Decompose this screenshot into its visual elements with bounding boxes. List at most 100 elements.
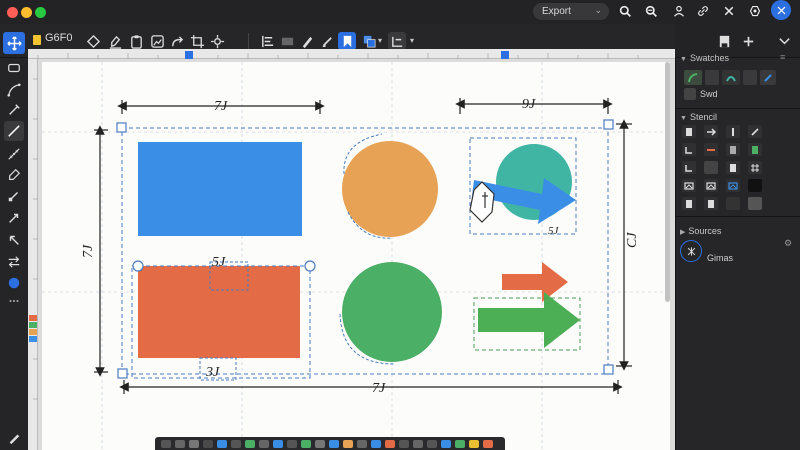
dock-swatch[interactable] [385,440,395,448]
artboard[interactable]: 7J 9J 7J CJ 7J 5J 3J 5J [42,62,670,450]
sparkle-icon[interactable] [680,240,702,262]
frame-button[interactable] [388,32,406,50]
blue-rectangle[interactable] [138,142,302,236]
stencil-header[interactable]: ▼ Stencil [680,112,717,122]
frame-tool-icon[interactable] [4,58,24,78]
shape-tool-button[interactable] [84,32,102,50]
direct-select-icon[interactable] [4,208,24,228]
ruler-marker[interactable] [185,51,193,59]
user-icon[interactable] [670,2,688,20]
search-icon[interactable] [616,2,634,20]
swatch-tile[interactable] [684,70,702,85]
arrow-tool-icon[interactable] [4,230,24,250]
sources-header[interactable]: ▶ Sources [680,226,721,236]
chevron-down-icon[interactable]: ▾ [410,36,414,45]
link-icon[interactable] [694,2,712,20]
stencil-item-rect-icon[interactable] [726,197,740,210]
dock-swatch[interactable] [231,440,241,448]
sources-item[interactable]: Gimas [707,253,733,263]
stencil-item-grid-icon[interactable] [748,161,762,174]
vertical-ruler[interactable] [28,59,38,450]
orange-rectangle[interactable] [138,266,300,358]
dock-swatch[interactable] [301,440,311,448]
inspector-icon[interactable] [715,32,733,50]
dock-swatch[interactable] [315,440,325,448]
zoom-out-icon[interactable] [642,2,660,20]
brush-button[interactable] [318,32,336,50]
crop-button[interactable] [188,32,206,50]
redo-button[interactable] [168,32,186,50]
stencil-item-page-icon[interactable] [704,197,718,210]
gear-icon[interactable]: ⚙ [784,238,792,249]
stencil-item-image-icon[interactable] [704,179,718,192]
dock-swatch[interactable] [343,440,353,448]
color-picker-icon[interactable] [4,273,24,293]
layers-button[interactable] [360,32,378,50]
transform-button[interactable] [208,32,226,50]
pencil-icon[interactable] [4,428,24,448]
swatches-header[interactable]: ▼ Swatches [680,53,729,63]
dock-swatch[interactable] [161,440,171,448]
dock-swatch[interactable] [371,440,381,448]
document-name[interactable]: G6F0 [45,32,73,44]
stencil-item-page-icon[interactable] [682,197,696,210]
pen-tool-button[interactable] [106,32,124,50]
horizontal-ruler[interactable] [28,49,675,59]
close-x-icon[interactable] [720,2,738,20]
dock-swatch[interactable] [329,440,339,448]
dock-swatch[interactable] [273,440,283,448]
bezier-tool-icon[interactable] [4,80,24,100]
stencil-item-rect-icon[interactable] [748,197,762,210]
add-icon[interactable] [739,32,757,50]
stencil-item-image-icon[interactable] [682,179,696,192]
export-dropdown[interactable]: Export ⌄ [533,3,609,20]
minimize-window-button[interactable] [21,7,32,18]
orange-circle[interactable] [342,141,438,237]
settings-icon[interactable] [746,2,764,20]
pen-icon[interactable] [4,100,24,120]
swatch-tile[interactable] [705,70,719,85]
dock-swatch[interactable] [427,440,437,448]
dock-swatch[interactable] [175,440,185,448]
orange-arrow[interactable] [502,262,568,302]
stencil-item-page-icon[interactable] [726,161,740,174]
stencil-item-page-icon[interactable] [748,143,762,156]
stencil-item-corner-icon[interactable] [682,143,696,156]
stencil-item-rect-icon[interactable] [704,161,718,174]
pencil-button[interactable] [298,32,316,50]
stencil-item-bar-icon[interactable] [726,125,740,138]
close-window-button[interactable] [7,7,18,18]
stencil-item-arrow-icon[interactable] [704,125,718,138]
green-arrow[interactable] [478,292,580,348]
stencil-item-dash-icon[interactable] [704,143,718,156]
dock-swatch[interactable] [189,440,199,448]
chevron-down-icon[interactable]: ▾ [378,36,382,45]
stencil-item-corner-icon[interactable] [682,161,696,174]
stencil-item-page-icon[interactable] [726,143,740,156]
dock-swatch[interactable] [245,440,255,448]
dock-swatch[interactable] [483,440,493,448]
line-tool-icon[interactable] [4,121,24,141]
node-tool-icon[interactable] [4,186,24,206]
dock-swatch[interactable] [287,440,297,448]
share-icon[interactable] [771,0,791,20]
measure-tool-icon[interactable] [4,144,24,164]
move-tool-button[interactable] [3,32,25,54]
stencil-item-rect-icon[interactable] [748,179,762,192]
dock-swatch[interactable] [217,440,227,448]
dock-swatch[interactable] [259,440,269,448]
more-icon[interactable] [4,291,24,311]
stencil-item-slash-icon[interactable] [748,125,762,138]
dock-swatch[interactable] [399,440,409,448]
clipboard-button[interactable] [127,32,145,50]
collapse-icon[interactable] [775,32,793,50]
drawing-canvas[interactable]: 7J 9J 7J CJ 7J 5J 3J 5J [42,62,670,450]
swap-icon[interactable] [4,252,24,272]
zoom-window-button[interactable] [35,7,46,18]
rectangle-button[interactable] [278,32,296,50]
dock-swatch[interactable] [455,440,465,448]
dock-swatch[interactable] [413,440,423,448]
dock-swatch[interactable] [357,440,367,448]
image-button[interactable] [148,32,166,50]
swatch-tile[interactable] [722,70,740,85]
